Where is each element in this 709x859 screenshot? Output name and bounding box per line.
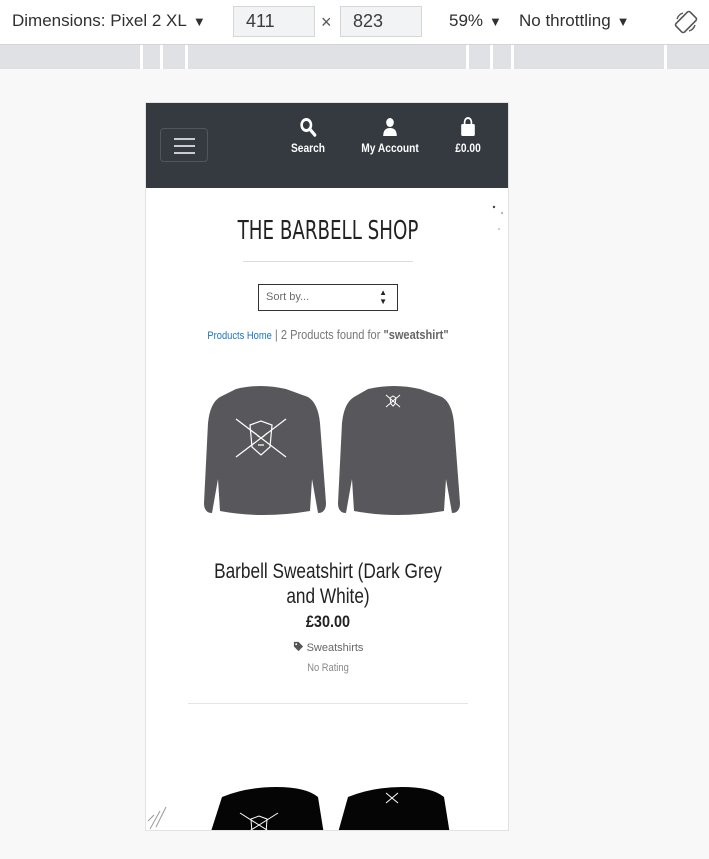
title-divider [243,261,413,262]
product-price: £30.00 [305,612,351,631]
width-input[interactable]: 411 [233,6,315,37]
ruler-tick [511,45,514,69]
chevron-down-icon: ▼ [616,14,630,29]
product-divider [188,703,468,704]
user-icon [383,118,397,136]
cart-total: £0.00 [455,141,481,155]
search-icon [300,118,317,137]
throttling-value: No throttling [519,11,611,30]
product-category-link[interactable]: Sweatshirts [146,641,508,654]
height-input[interactable]: 823 [340,6,422,37]
ruler-tick [160,45,163,69]
results-count-text: 2 Products found for [280,327,384,342]
media-query-ruler[interactable] [0,45,709,69]
search-nav-button[interactable]: Search [278,117,338,155]
product-rating: No Rating [307,662,349,674]
devtools-device-toolbar: Dimensions: Pixel 2 XL ▼ 411 × 823 59% ▼ N… [0,0,709,45]
background-texture [492,205,503,230]
ruler-tick [140,45,143,69]
results-summary: Products Home | 2 Products found for "sw… [173,327,482,342]
chevron-down-icon: ▼ [489,14,502,29]
device-dimensions-label: Dimensions: Pixel 2 XL [12,11,187,30]
ruler-tick [664,45,667,69]
product-name[interactable]: Barbell Sweatshirt (Dark Grey and White) [212,559,445,609]
results-separator: | [271,327,281,342]
products-home-link[interactable]: Products Home [207,330,271,342]
shop-title: THE BARBELL SHOP [237,216,419,246]
sweatshirt-back-graphic [338,386,460,515]
cart-nav-button[interactable]: £0.00 [438,117,498,155]
ruler-tick [490,45,493,69]
zoom-value: 59% [449,11,484,30]
account-nav-button[interactable]: My Account [359,117,420,155]
times-symbol: × [321,12,332,32]
sort-select[interactable]: Sort by... ▲ ▼ [258,284,398,311]
search-nav-label: Search [290,141,326,155]
throttling-dropdown[interactable]: No throttling ▼ [519,11,630,31]
select-arrows-icon: ▲ ▼ [379,288,387,306]
sweatshirt-front-graphic [204,386,326,515]
zoom-dropdown[interactable]: 59% ▼ [449,11,502,31]
background-texture [147,806,167,830]
site-header: Search My Account £0.00 [146,103,508,188]
device-viewport: Search My Account £0.00 THE BARBELL SHOP… [145,102,509,831]
sort-selected-value: Sort by... [266,291,310,303]
product-image[interactable] [206,787,452,831]
ruler-tick [185,45,188,69]
account-nav-label: My Account [361,141,419,155]
chevron-down-icon: ▼ [192,14,206,29]
tag-icon [293,641,303,652]
device-dimensions-dropdown[interactable]: Dimensions: Pixel 2 XL ▼ [12,11,206,31]
product-image[interactable] [198,383,460,528]
shopping-bag-icon [461,117,475,136]
ruler-tick [466,45,469,69]
product-category-label: Sweatshirts [306,642,364,654]
hamburger-menu-button[interactable] [160,128,208,162]
search-query: "sweatshirt" [383,327,449,342]
rotate-icon[interactable] [674,10,698,34]
